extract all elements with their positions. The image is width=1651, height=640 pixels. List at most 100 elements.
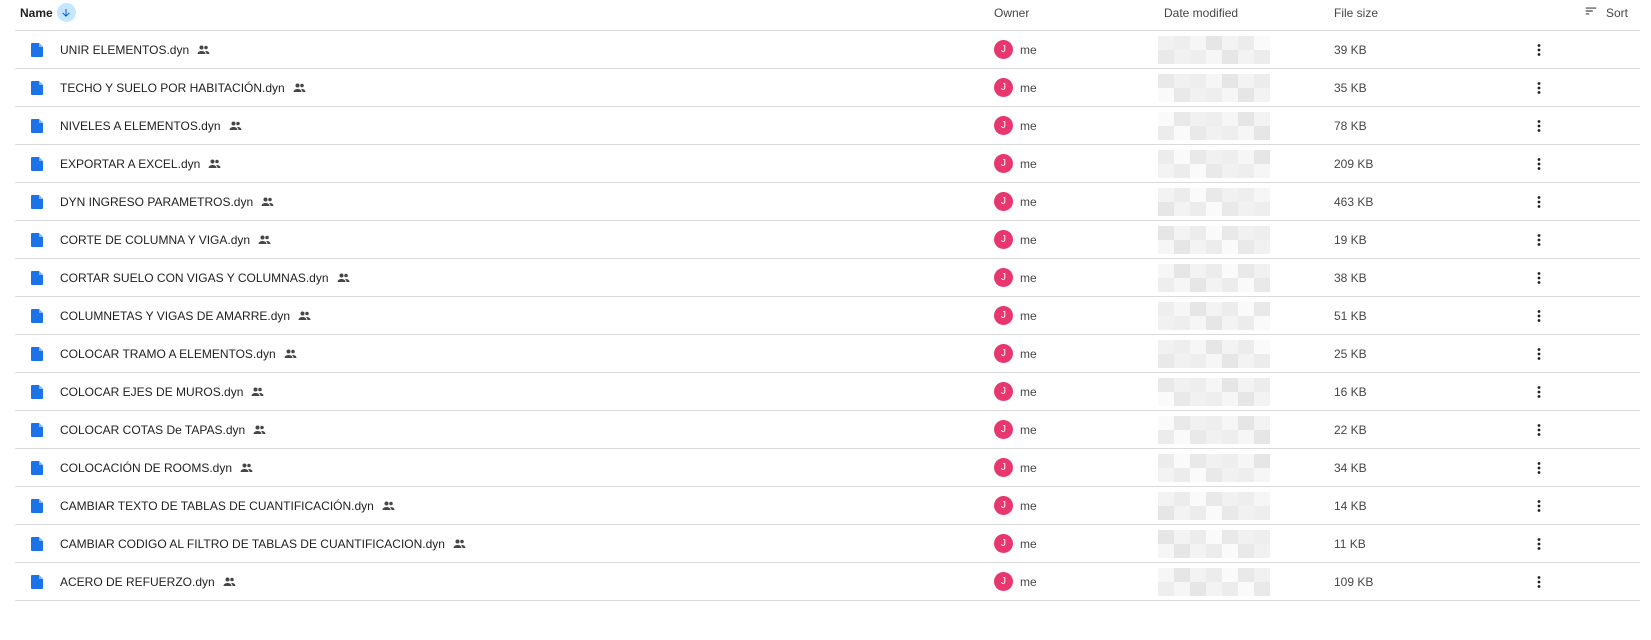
shared-people-icon xyxy=(240,463,253,473)
file-row[interactable]: CAMBIAR CODIGO AL FILTRO DE TABLAS DE CU… xyxy=(15,525,1640,563)
file-row[interactable]: EXPORTAR A EXCEL.dyn J me 209 KB xyxy=(15,145,1640,183)
file-name-cell[interactable]: CAMBIAR TEXTO DE TABLAS DE CUANTIFICACIÓ… xyxy=(60,487,395,524)
document-icon xyxy=(31,373,43,410)
more-actions-icon[interactable] xyxy=(1531,107,1547,144)
redacted-date xyxy=(1158,149,1270,178)
file-name-cell[interactable]: TECHO Y SUELO POR HABITACIÓN.dyn xyxy=(60,69,306,106)
file-row[interactable]: COLOCAR COTAS De TAPAS.dyn J me 22 KB xyxy=(15,411,1640,449)
file-name-cell[interactable]: CORTE DE COLUMNA Y VIGA.dyn xyxy=(60,221,271,258)
column-header-date-modified[interactable]: Date modified xyxy=(1164,0,1238,25)
file-name-cell[interactable]: COLOCAR COTAS De TAPAS.dyn xyxy=(60,411,266,448)
date-modified-cell xyxy=(1158,487,1270,524)
owner-name: me xyxy=(1020,422,1037,437)
more-actions-icon[interactable] xyxy=(1531,31,1547,68)
more-actions-icon[interactable] xyxy=(1531,411,1547,448)
file-name: TECHO Y SUELO POR HABITACIÓN.dyn xyxy=(60,80,285,95)
file-name-cell[interactable]: COLOCAR TRAMO A ELEMENTOS.dyn xyxy=(60,335,297,372)
file-row[interactable]: COLUMNETAS Y VIGAS DE AMARRE.dyn J me 51… xyxy=(15,297,1640,335)
file-name-cell[interactable]: COLOCAR EJES DE MUROS.dyn xyxy=(60,373,264,410)
owner-name: me xyxy=(1020,346,1037,361)
column-header-name[interactable]: Name xyxy=(20,0,76,25)
owner-cell: J me xyxy=(994,297,1037,334)
file-name: EXPORTAR A EXCEL.dyn xyxy=(60,156,201,171)
more-actions-icon[interactable] xyxy=(1531,487,1547,524)
file-size: 39 KB xyxy=(1334,42,1367,57)
owner-name: me xyxy=(1020,384,1037,399)
document-icon xyxy=(31,297,43,334)
file-name: COLOCAR COTAS De TAPAS.dyn xyxy=(60,422,246,437)
more-actions-icon[interactable] xyxy=(1531,145,1547,182)
owner-cell: J me xyxy=(994,259,1037,296)
document-icon xyxy=(31,449,43,486)
file-row[interactable]: COLOCAR EJES DE MUROS.dyn J me 16 KB xyxy=(15,373,1640,411)
sort-icon xyxy=(1584,4,1598,21)
redacted-date xyxy=(1158,73,1270,102)
owner-name: me xyxy=(1020,270,1037,285)
more-actions-icon[interactable] xyxy=(1531,563,1547,600)
file-row[interactable]: COLOCAR TRAMO A ELEMENTOS.dyn J me 25 KB xyxy=(15,335,1640,373)
avatar: J xyxy=(994,458,1013,477)
file-name-cell[interactable]: UNIR ELEMENTOS.dyn xyxy=(60,31,210,68)
sort-button[interactable]: Sort xyxy=(1584,0,1628,25)
shared-people-icon xyxy=(293,83,306,93)
file-size: 22 KB xyxy=(1334,422,1367,437)
file-row[interactable]: CAMBIAR TEXTO DE TABLAS DE CUANTIFICACIÓ… xyxy=(15,487,1640,525)
file-name: DYN INGRESO PARAMETROS.dyn xyxy=(60,194,254,209)
file-size: 14 KB xyxy=(1334,498,1367,513)
date-modified-cell xyxy=(1158,221,1270,258)
document-icon xyxy=(31,487,43,524)
file-name: COLOCAR EJES DE MUROS.dyn xyxy=(60,384,244,399)
owner-name: me xyxy=(1020,232,1037,247)
avatar: J xyxy=(994,116,1013,135)
more-actions-icon[interactable] xyxy=(1531,373,1547,410)
owner-cell: J me xyxy=(994,487,1037,524)
file-list-header: Name Owner Date modified File size Sort xyxy=(15,0,1640,31)
avatar: J xyxy=(994,382,1013,401)
date-modified-cell xyxy=(1158,411,1270,448)
avatar: J xyxy=(994,420,1013,439)
redacted-date xyxy=(1158,111,1270,140)
file-name-cell[interactable]: CAMBIAR CODIGO AL FILTRO DE TABLAS DE CU… xyxy=(60,525,466,562)
file-row[interactable]: ACERO DE REFUERZO.dyn J me 109 KB xyxy=(15,563,1640,601)
more-actions-icon[interactable] xyxy=(1531,449,1547,486)
owner-cell: J me xyxy=(994,183,1037,220)
file-row[interactable]: CORTAR SUELO CON VIGAS Y COLUMNAS.dyn J … xyxy=(15,259,1640,297)
file-name-cell[interactable]: EXPORTAR A EXCEL.dyn xyxy=(60,145,221,182)
file-row[interactable]: CORTE DE COLUMNA Y VIGA.dyn J me 19 KB xyxy=(15,221,1640,259)
file-size: 78 KB xyxy=(1334,118,1367,133)
file-name-cell[interactable]: COLOCACIÓN DE ROOMS.dyn xyxy=(60,449,253,486)
owner-name: me xyxy=(1020,194,1037,209)
column-header-owner[interactable]: Owner xyxy=(994,0,1029,25)
more-actions-icon[interactable] xyxy=(1531,69,1547,106)
document-icon xyxy=(31,31,43,68)
file-row[interactable]: COLOCACIÓN DE ROOMS.dyn J me 34 KB xyxy=(15,449,1640,487)
file-name-cell[interactable]: ACERO DE REFUERZO.dyn xyxy=(60,563,236,600)
more-actions-icon[interactable] xyxy=(1531,335,1547,372)
file-row[interactable]: TECHO Y SUELO POR HABITACIÓN.dyn J me 35… xyxy=(15,69,1640,107)
file-name: CAMBIAR CODIGO AL FILTRO DE TABLAS DE CU… xyxy=(60,536,445,551)
file-row[interactable]: DYN INGRESO PARAMETROS.dyn J me 463 KB xyxy=(15,183,1640,221)
more-actions-icon[interactable] xyxy=(1531,183,1547,220)
file-name: ACERO DE REFUERZO.dyn xyxy=(60,574,215,589)
date-modified-cell xyxy=(1158,183,1270,220)
date-modified-cell xyxy=(1158,297,1270,334)
avatar: J xyxy=(994,40,1013,59)
avatar: J xyxy=(994,534,1013,553)
owner-cell: J me xyxy=(994,145,1037,182)
more-actions-icon[interactable] xyxy=(1531,525,1547,562)
column-header-file-size[interactable]: File size xyxy=(1334,0,1378,25)
sort-direction-icon[interactable] xyxy=(56,3,76,22)
shared-people-icon xyxy=(261,197,274,207)
redacted-date xyxy=(1158,453,1270,482)
file-name-cell[interactable]: NIVELES A ELEMENTOS.dyn xyxy=(60,107,242,144)
file-row[interactable]: NIVELES A ELEMENTOS.dyn J me 78 KB xyxy=(15,107,1640,145)
file-row[interactable]: UNIR ELEMENTOS.dyn J me 39 KB xyxy=(15,31,1640,69)
more-actions-icon[interactable] xyxy=(1531,259,1547,296)
file-name: COLOCACIÓN DE ROOMS.dyn xyxy=(60,460,233,475)
file-name-cell[interactable]: DYN INGRESO PARAMETROS.dyn xyxy=(60,183,274,220)
file-name-cell[interactable]: COLUMNETAS Y VIGAS DE AMARRE.dyn xyxy=(60,297,311,334)
more-actions-icon[interactable] xyxy=(1531,297,1547,334)
more-actions-icon[interactable] xyxy=(1531,221,1547,258)
file-name: COLOCAR TRAMO A ELEMENTOS.dyn xyxy=(60,346,276,361)
file-name-cell[interactable]: CORTAR SUELO CON VIGAS Y COLUMNAS.dyn xyxy=(60,259,350,296)
